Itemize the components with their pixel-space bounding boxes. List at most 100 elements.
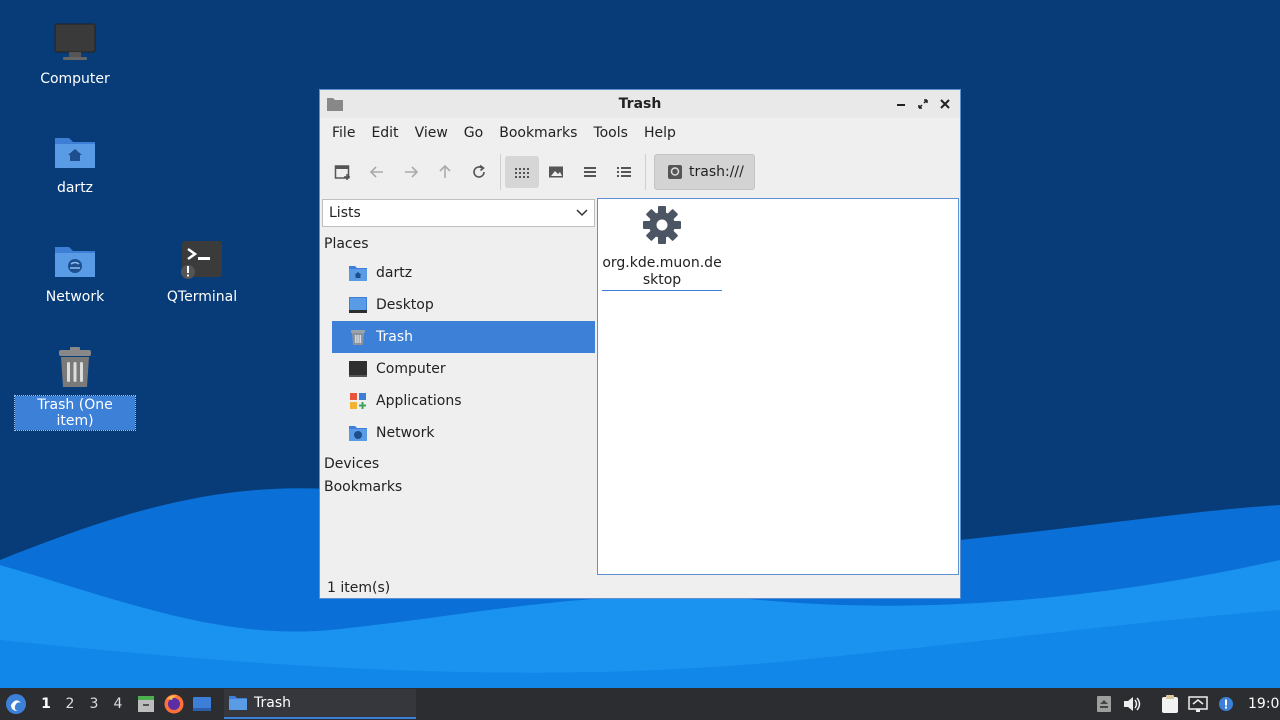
file-manager-launcher[interactable] bbox=[132, 690, 160, 718]
close-button[interactable] bbox=[936, 95, 954, 113]
thumbnail-view-button[interactable] bbox=[539, 156, 573, 188]
file-item[interactable]: org.kde.muon.desktop bbox=[602, 205, 722, 291]
list-detail-icon bbox=[617, 167, 631, 177]
trash-icon bbox=[51, 344, 99, 392]
file-name: org.kde.muon.desktop bbox=[602, 255, 722, 291]
place-item-label: Trash bbox=[376, 329, 413, 345]
network-folder-icon bbox=[51, 236, 99, 284]
network-status-icon[interactable] bbox=[1184, 690, 1212, 718]
workspace-1[interactable]: 1 bbox=[34, 696, 58, 712]
menu-tools[interactable]: Tools bbox=[585, 125, 636, 141]
home-folder-icon bbox=[51, 127, 99, 175]
taskbar: 1 2 3 4 Trash 19:00 bbox=[0, 688, 1280, 720]
desktop-icon-trash[interactable]: Trash (One item) bbox=[14, 344, 136, 431]
desktop-icon-computer[interactable]: Computer bbox=[15, 18, 135, 88]
desktop-icon-qterminal[interactable]: QTerminal bbox=[142, 236, 262, 306]
forward-button[interactable] bbox=[394, 156, 428, 188]
status-bar: 1 item(s) bbox=[327, 580, 391, 596]
firefox-launcher[interactable] bbox=[160, 690, 188, 718]
toolbar: trash:/// bbox=[320, 148, 960, 196]
window-title: Trash bbox=[618, 96, 662, 112]
desktop-icon-label: dartz bbox=[56, 180, 94, 196]
show-desktop-button[interactable] bbox=[188, 690, 216, 718]
compact-view-button[interactable] bbox=[573, 156, 607, 188]
bookmarks-header[interactable]: Bookmarks bbox=[321, 476, 595, 499]
search-icon bbox=[668, 165, 682, 179]
place-item-desktop[interactable]: Desktop bbox=[332, 289, 595, 321]
menu-file[interactable]: File bbox=[324, 125, 363, 141]
detailed-view-button[interactable] bbox=[607, 156, 641, 188]
desktop-icon-label: Computer bbox=[40, 71, 110, 87]
minimize-button[interactable] bbox=[892, 95, 910, 113]
toolbar-separator bbox=[645, 154, 646, 190]
side-pane-mode-select[interactable]: Lists bbox=[322, 199, 595, 227]
desktop-icon-dartz[interactable]: dartz bbox=[15, 127, 135, 197]
clock[interactable]: 19:00 bbox=[1248, 696, 1280, 712]
up-button[interactable] bbox=[428, 156, 462, 188]
desktop-icon-label: QTerminal bbox=[166, 289, 238, 305]
back-button[interactable] bbox=[360, 156, 394, 188]
desktop-icon bbox=[348, 296, 368, 314]
clipboard-icon[interactable] bbox=[1156, 690, 1184, 718]
place-item-dartz[interactable]: dartz bbox=[332, 257, 595, 289]
grid-icon bbox=[515, 168, 529, 178]
taskbar-window-trash[interactable]: Trash bbox=[224, 689, 416, 719]
workspace-2[interactable]: 2 bbox=[58, 696, 82, 712]
taskbar-window-label: Trash bbox=[254, 695, 291, 711]
computer-icon bbox=[51, 18, 99, 66]
folder-icon bbox=[229, 696, 247, 710]
places-header[interactable]: Places bbox=[321, 236, 595, 257]
applications-icon bbox=[348, 392, 368, 410]
menu-bookmarks[interactable]: Bookmarks bbox=[491, 125, 585, 141]
list-compact-icon bbox=[584, 167, 596, 177]
menu-bar: File Edit View Go Bookmarks Tools Help bbox=[320, 118, 960, 148]
trash-icon bbox=[348, 328, 368, 346]
file-view[interactable]: org.kde.muon.desktop bbox=[597, 198, 959, 575]
reload-icon bbox=[473, 164, 485, 178]
side-pane-mode-value: Lists bbox=[329, 205, 361, 221]
window-titlebar[interactable]: Trash bbox=[320, 90, 960, 118]
desktop-icon-label: Trash (One item) bbox=[14, 395, 136, 431]
place-item-label: Computer bbox=[376, 361, 446, 377]
workspace-3[interactable]: 3 bbox=[82, 696, 106, 712]
place-item-label: Network bbox=[376, 425, 435, 441]
desktop-icon bbox=[193, 697, 211, 711]
start-menu-button[interactable] bbox=[2, 690, 30, 718]
path-button[interactable]: trash:/// bbox=[654, 154, 755, 190]
reload-button[interactable] bbox=[462, 156, 496, 188]
firefox-icon bbox=[164, 694, 184, 714]
workspace-4[interactable]: 4 bbox=[106, 696, 130, 712]
new-tab-icon bbox=[334, 165, 350, 180]
place-item-network[interactable]: Network bbox=[332, 417, 595, 449]
arrow-left-icon bbox=[369, 166, 383, 178]
menu-view[interactable]: View bbox=[407, 125, 456, 141]
place-item-computer[interactable]: Computer bbox=[332, 353, 595, 385]
place-item-label: dartz bbox=[376, 265, 413, 281]
menu-help[interactable]: Help bbox=[636, 125, 684, 141]
menu-go[interactable]: Go bbox=[456, 125, 491, 141]
path-text: trash:/// bbox=[689, 164, 744, 180]
computer-icon bbox=[348, 360, 368, 378]
side-pane: Lists Places dartz Desktop Trash Compute… bbox=[321, 197, 595, 577]
lxqt-logo-icon bbox=[6, 694, 26, 714]
place-item-applications[interactable]: Applications bbox=[332, 385, 595, 417]
menu-edit[interactable]: Edit bbox=[363, 125, 406, 141]
place-item-label: Applications bbox=[376, 393, 462, 409]
volume-icon[interactable] bbox=[1118, 690, 1146, 718]
desktop-icon-network[interactable]: Network bbox=[15, 236, 135, 306]
arrow-right-icon bbox=[405, 166, 419, 178]
gear-icon bbox=[642, 205, 682, 249]
home-folder-icon bbox=[348, 264, 368, 282]
removable-media-icon[interactable] bbox=[1090, 690, 1118, 718]
arrow-up-icon bbox=[439, 164, 451, 178]
terminal-icon bbox=[178, 236, 226, 284]
icon-view-button[interactable] bbox=[505, 156, 539, 188]
file-cabinet-icon bbox=[138, 696, 154, 712]
place-item-label: Desktop bbox=[376, 297, 434, 313]
devices-header[interactable]: Devices bbox=[321, 453, 595, 476]
maximize-button[interactable] bbox=[914, 95, 932, 113]
toolbar-separator bbox=[500, 154, 501, 190]
place-item-trash[interactable]: Trash bbox=[332, 321, 595, 353]
notification-icon[interactable] bbox=[1212, 690, 1240, 718]
new-tab-button[interactable] bbox=[326, 156, 360, 188]
